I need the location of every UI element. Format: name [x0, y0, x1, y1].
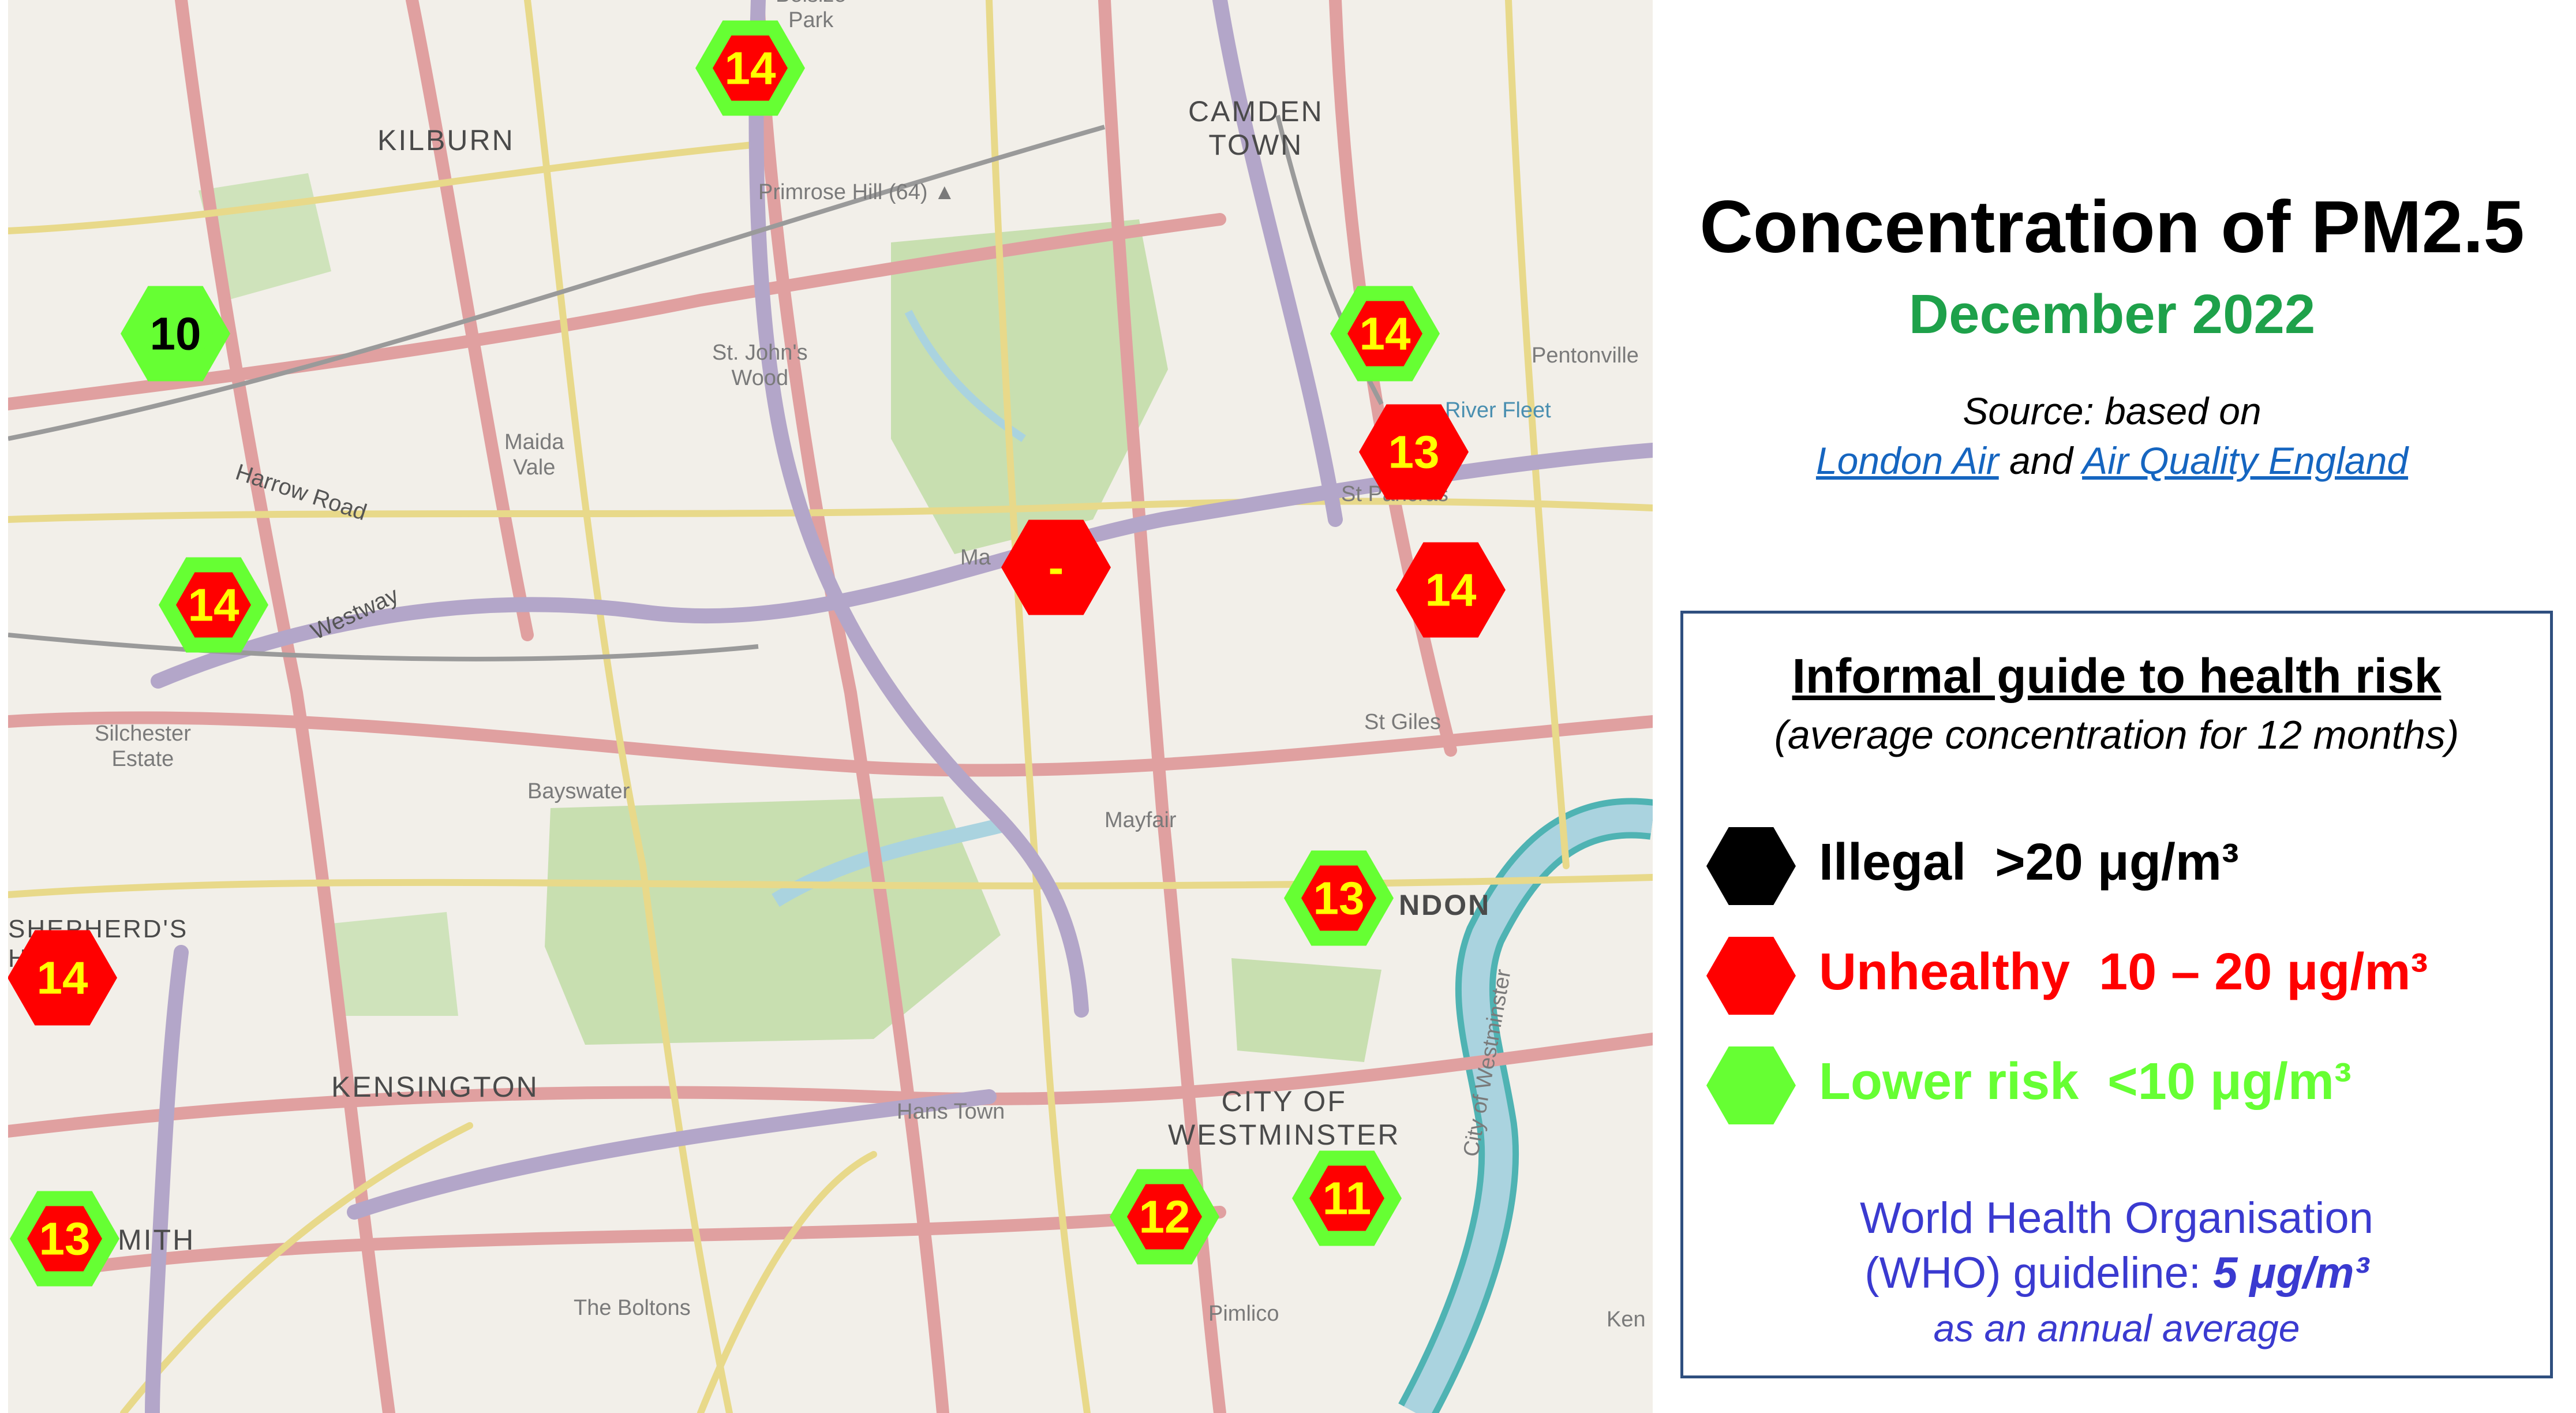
station-marker[interactable]: 14: [1396, 542, 1506, 638]
place-st-johns-wood: St. John's Wood: [712, 341, 808, 390]
place-st-giles: St Giles: [1364, 710, 1441, 734]
place-kennington: Ken: [1607, 1307, 1646, 1332]
source-and: and: [1998, 439, 2083, 482]
london-air-link[interactable]: London Air: [1816, 439, 1999, 482]
station-marker[interactable]: 13: [1359, 404, 1469, 500]
chart-subtitle: December 2022: [1908, 283, 2316, 345]
station-value: 11: [1322, 1172, 1372, 1224]
place-city-of-westminster: CITY OF WESTMINSTER: [1168, 1085, 1401, 1151]
who-guideline: World Health Organisation (WHO) guidelin…: [1683, 1191, 2550, 1300]
chart-title: Concentration of PM2.5: [1699, 186, 2525, 268]
place-kilburn: KILBURN: [377, 124, 515, 156]
station-value: 12: [1139, 1191, 1190, 1242]
station-value: 14: [188, 579, 239, 630]
source-note: Source: based on London Air and Air Qual…: [1662, 387, 2562, 486]
station-marker[interactable]: 13: [10, 1191, 119, 1287]
place-london: NDON: [1399, 889, 1491, 921]
station-marker[interactable]: 10: [121, 286, 230, 382]
station-marker[interactable]: -: [1001, 519, 1111, 615]
who-note: as an annual average: [1933, 1307, 2300, 1350]
station-marker[interactable]: 14: [8, 930, 117, 1026]
place-camden-town: CAMDEN TOWN: [1188, 95, 1324, 161]
station-value: 14: [36, 952, 88, 1003]
station-marker[interactable]: 14: [159, 557, 268, 653]
legend-label: Lower risk <10 μg/m³: [1819, 1053, 2352, 1111]
legend-lower-risk: Lower risk <10 μg/m³: [1706, 1046, 2537, 1133]
place-kensington: KENSINGTON: [331, 1071, 539, 1103]
who-line2: (WHO) guideline:: [1864, 1248, 2214, 1298]
place-mayfair: Mayfair: [1104, 808, 1177, 832]
who-line1: World Health Organisation: [1860, 1194, 2373, 1243]
place-bayswater: Bayswater: [527, 779, 630, 803]
place-primrose-hill: Primrose Hill (64) ▲: [758, 180, 956, 204]
station-marker[interactable]: 12: [1110, 1169, 1219, 1265]
place-maida-vale: Maida Vale: [504, 430, 564, 480]
place-silchester-estate: Silchester Estate: [95, 722, 191, 771]
station-value: 13: [39, 1213, 91, 1264]
legend-hex-icon: [1706, 1046, 1796, 1124]
legend-illegal: Illegal >20 μg/m³: [1706, 827, 2537, 914]
station-value: 14: [1425, 564, 1477, 615]
station-value: 14: [1359, 308, 1411, 359]
station-value: 13: [1388, 426, 1440, 477]
health-risk-guide: Informal guide to health risk (average c…: [1680, 611, 2553, 1378]
legend-label: Unhealthy 10 – 20 μg/m³: [1819, 943, 2428, 1001]
place-hammersmith: MITH: [118, 1224, 196, 1256]
legend-hex-icon: [1706, 827, 1796, 905]
station-value: 13: [1313, 872, 1365, 924]
station-value: 10: [149, 308, 201, 359]
place-pentonville: Pentonville: [1532, 343, 1639, 368]
station-value: 14: [724, 42, 776, 94]
station-value: -: [1048, 541, 1064, 593]
map[interactable]: Belsize Park KILBURN CAMDEN TOWN Primros…: [8, 0, 1653, 1413]
place-marylebone: Ma: [960, 545, 991, 570]
map-base: [8, 0, 1653, 1413]
legend-hex-icon: [1706, 937, 1796, 1015]
station-marker[interactable]: 13: [1284, 850, 1394, 946]
guide-title: Informal guide to health risk: [1792, 649, 2442, 703]
legend-unhealthy: Unhealthy 10 – 20 μg/m³: [1706, 937, 2537, 1023]
station-marker[interactable]: 14: [695, 20, 805, 116]
place-the-boltons: The Boltons: [574, 1296, 691, 1320]
station-marker[interactable]: 14: [1330, 286, 1440, 382]
source-prefix: Source: based on: [1963, 390, 2262, 432]
station-marker[interactable]: 11: [1292, 1150, 1402, 1246]
guide-subtitle: (average concentration for 12 months): [1774, 712, 2459, 757]
place-hans-town: Hans Town: [897, 1100, 1005, 1124]
legend-label: Illegal >20 μg/m³: [1819, 833, 2239, 891]
air-quality-england-link[interactable]: Air Quality England: [2082, 439, 2408, 482]
place-pimlico: Pimlico: [1208, 1302, 1279, 1326]
who-value: 5 μg/m³: [2213, 1248, 2369, 1298]
